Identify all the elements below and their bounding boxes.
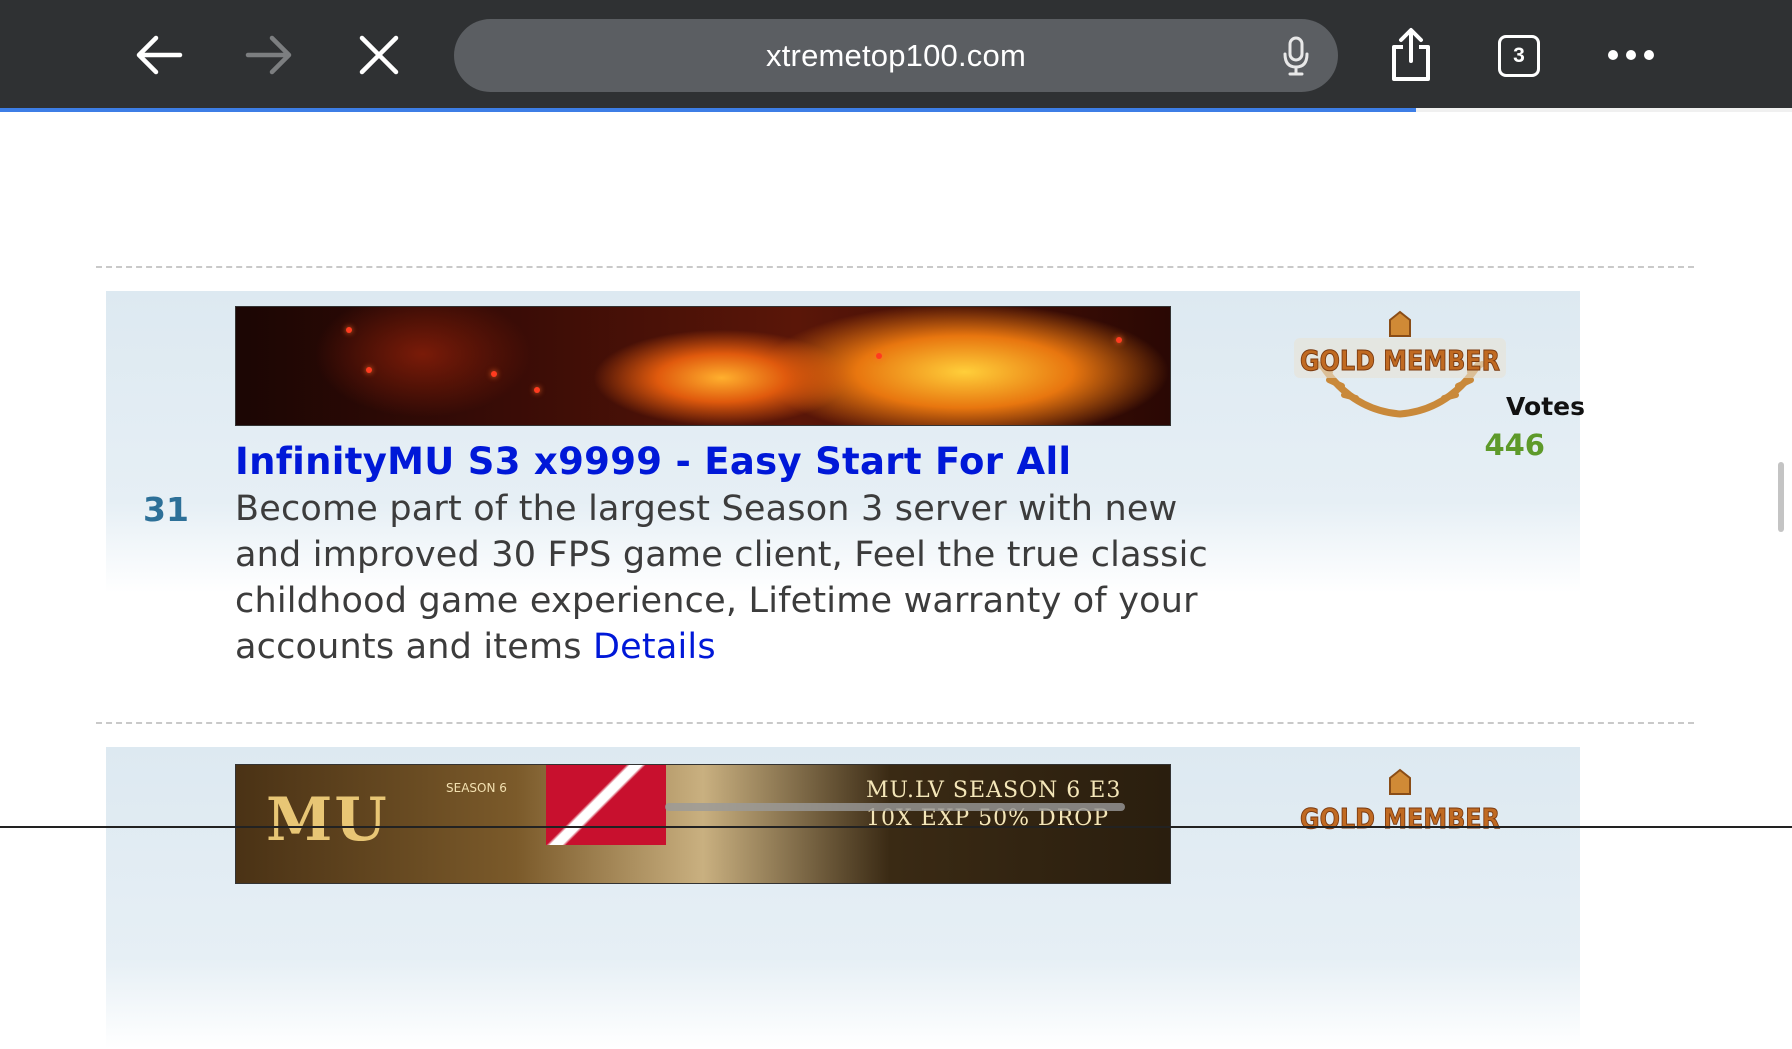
banner-line: MU.LV SEASON 6 E3 <box>866 778 1122 803</box>
banner-spark <box>876 353 882 359</box>
badge-text: GOLD MEMBER <box>1300 802 1500 835</box>
gold-member-badge: GOLD MEMBER <box>1290 768 1510 878</box>
listing-divider <box>96 266 1694 268</box>
banner-spark <box>366 367 372 373</box>
more-icon <box>1608 50 1654 60</box>
progress-fill <box>0 108 1416 112</box>
forward-button[interactable] <box>234 20 304 90</box>
share-button[interactable] <box>1376 20 1446 90</box>
server-banner[interactable] <box>235 306 1171 426</box>
more-button[interactable] <box>1596 20 1666 90</box>
address-bar[interactable]: xtremetop100.com <box>454 19 1338 92</box>
voice-search-button[interactable] <box>1282 36 1310 80</box>
scrollbar-thumb[interactable] <box>1778 462 1784 532</box>
microphone-icon <box>1283 36 1309 76</box>
forward-arrow-icon <box>245 35 292 75</box>
page-load-progress <box>0 108 1792 112</box>
banner-season: SEASON 6 <box>446 781 507 795</box>
home-indicator[interactable] <box>665 803 1125 811</box>
banner-spark <box>491 371 497 377</box>
badge-text: GOLD MEMBER <box>1300 344 1500 377</box>
tabs-button[interactable]: 3 <box>1498 35 1540 77</box>
votes-label: Votes <box>1506 392 1585 421</box>
gold-member-badge-art: GOLD MEMBER <box>1300 768 1501 836</box>
browser-toolbar: xtremetop100.com 3 <box>0 0 1792 110</box>
listing-divider <box>96 722 1694 724</box>
tabs-count: 3 <box>1513 44 1525 67</box>
url-text[interactable]: xtremetop100.com <box>454 19 1338 92</box>
rank-number: 31 <box>143 490 189 529</box>
server-title-link[interactable]: InfinityMU S3 x9999 - Easy Start For All <box>235 440 1071 483</box>
server-banner[interactable]: MU SEASON 6 MU.LV SEASON 6 E3 10X EXP 50… <box>235 764 1171 884</box>
stop-loading-button[interactable] <box>344 20 414 90</box>
flag-image <box>546 765 666 845</box>
back-button[interactable] <box>124 20 194 90</box>
share-icon <box>1392 28 1430 81</box>
banner-logo: MU <box>266 785 389 855</box>
details-link[interactable]: Details <box>593 627 716 667</box>
banner-spark <box>346 327 352 333</box>
back-arrow-icon <box>136 35 183 75</box>
close-icon <box>359 35 399 75</box>
banner-spark <box>1116 337 1122 343</box>
banner-spark <box>534 387 540 393</box>
server-description: Become part of the largest Season 3 serv… <box>235 486 1225 670</box>
votes-count: 446 <box>1484 428 1545 462</box>
description-text: Become part of the largest Season 3 serv… <box>235 489 1208 667</box>
